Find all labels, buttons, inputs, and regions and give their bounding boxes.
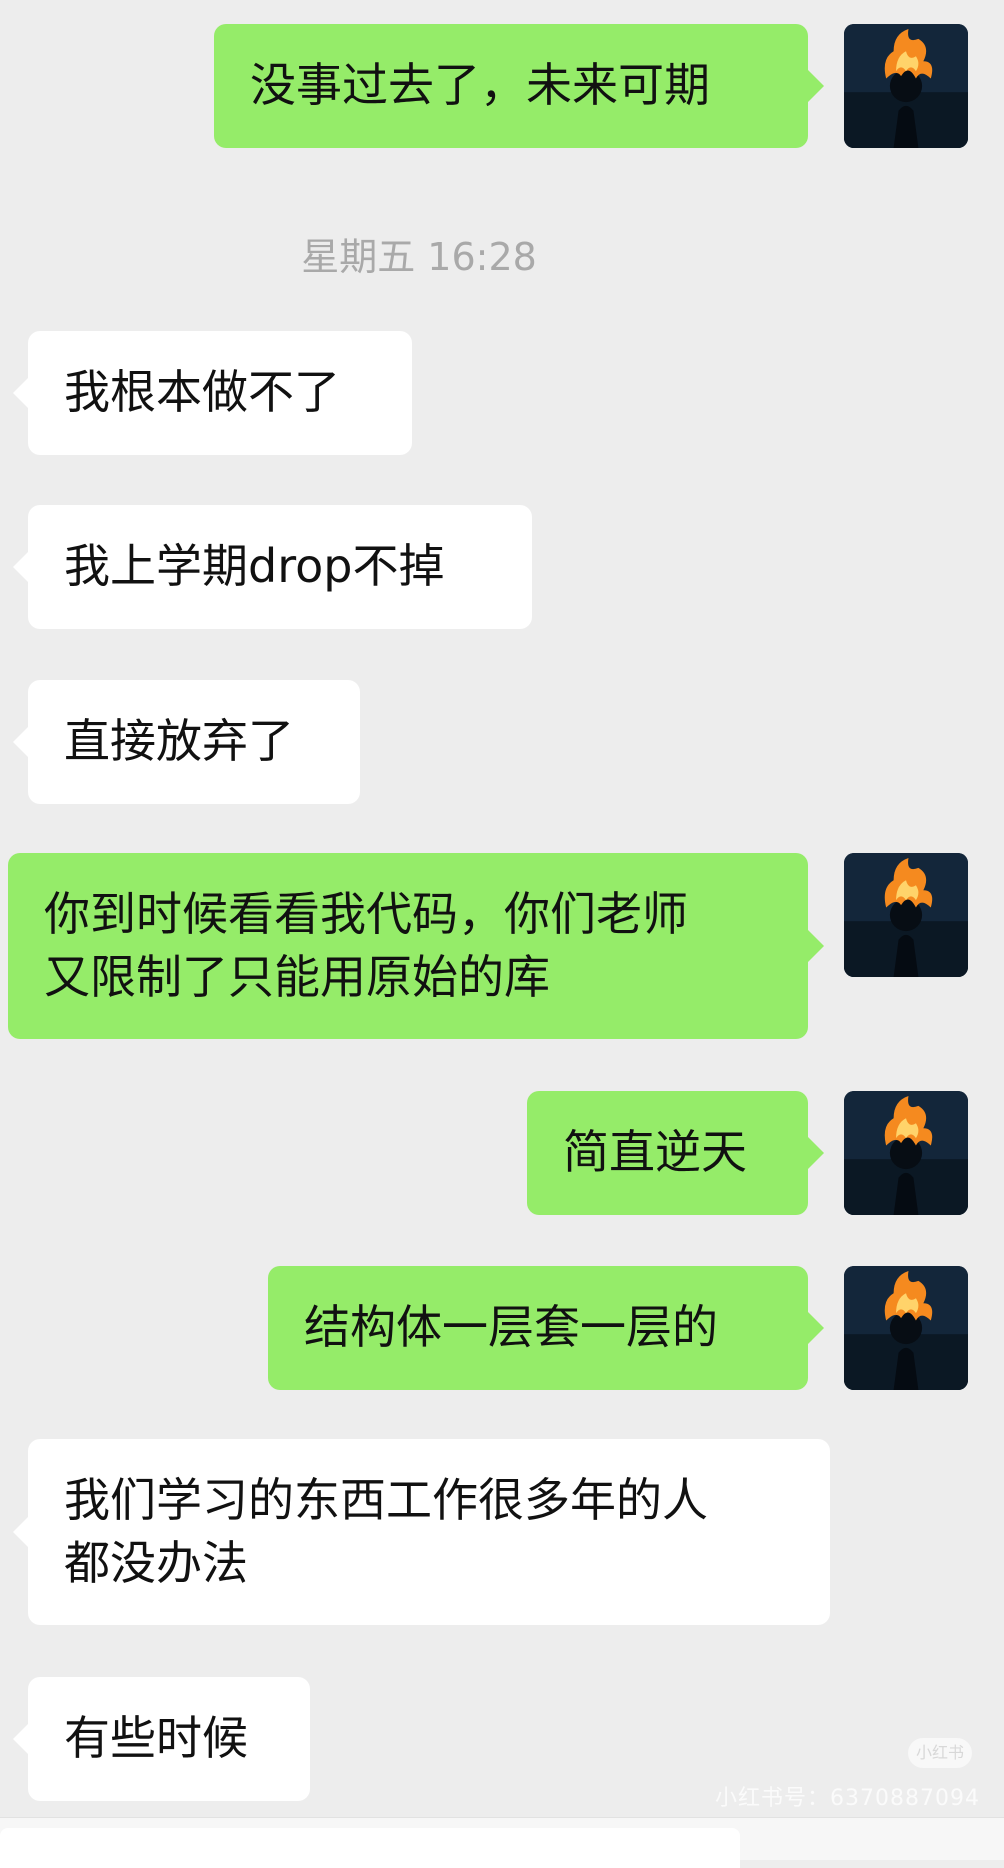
watermark-text: 小红书号：6370887094 xyxy=(715,1786,980,1811)
timestamp: 星期五 16:28 xyxy=(301,235,537,279)
message-bubble-outgoing[interactable]: 结构体一层套一层的 xyxy=(268,1266,824,1390)
message-text: 有些时候 xyxy=(64,1711,248,1765)
message-text: 结构体一层套一层的 xyxy=(304,1300,718,1354)
flaming-head-avatar-icon[interactable] xyxy=(844,1091,968,1215)
message-text: 直接放弃了 xyxy=(64,714,294,768)
flaming-head-avatar-icon[interactable] xyxy=(844,1266,968,1390)
message-bubble-incoming[interactable]: 我们学习的东西工作很多年的人 都没办法 xyxy=(13,1439,830,1625)
message-text: 我上学期drop不掉 xyxy=(64,539,445,593)
message-input[interactable] xyxy=(0,1828,740,1868)
message-text-line: 你到时候看看我代码，你们老师 xyxy=(44,887,688,941)
input-bar xyxy=(0,1817,1004,1868)
message-bubble-outgoing[interactable]: 没事过去了，未来可期 xyxy=(214,24,824,148)
message-text-line: 我们学习的东西工作很多年的人 xyxy=(64,1473,708,1527)
message-bubble-incoming[interactable]: 我根本做不了 xyxy=(13,331,412,455)
message-bubble-incoming[interactable]: 我上学期drop不掉 xyxy=(13,505,532,629)
watermark-badge: 小红书 xyxy=(908,1738,972,1768)
flaming-head-avatar-icon[interactable] xyxy=(844,853,968,977)
message-bubble-incoming[interactable]: 有些时候 xyxy=(13,1677,310,1801)
message-text-line: 又限制了只能用原始的库 xyxy=(44,950,550,1004)
flaming-head-avatar-icon[interactable] xyxy=(844,24,968,148)
message-text: 我根本做不了 xyxy=(64,365,340,419)
message-text: 没事过去了，未来可期 xyxy=(250,58,710,112)
message-text-line: 都没办法 xyxy=(64,1536,248,1590)
chat-area[interactable]: 没事过去了，未来可期 星期五 16:28 我根本做不了 我上学期drop不掉 直… xyxy=(0,0,1004,1868)
message-bubble-outgoing[interactable]: 你到时候看看我代码，你们老师 又限制了只能用原始的库 xyxy=(8,853,824,1039)
message-bubble-outgoing[interactable]: 简直逆天 xyxy=(527,1091,824,1215)
message-bubble-incoming[interactable]: 直接放弃了 xyxy=(13,680,360,804)
message-text: 简直逆天 xyxy=(563,1125,747,1179)
